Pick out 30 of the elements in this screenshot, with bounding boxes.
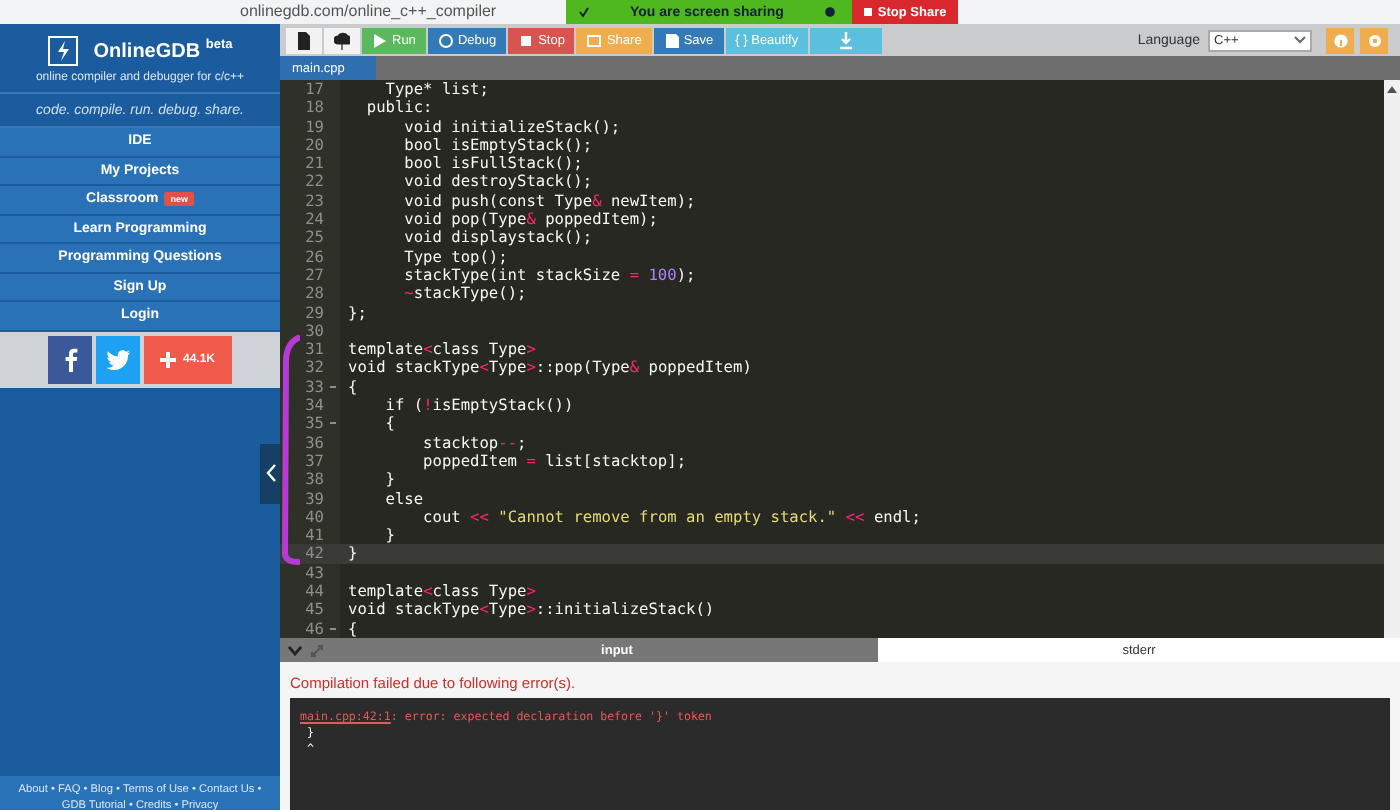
stop-icon	[518, 31, 535, 49]
floppy-icon	[663, 31, 680, 49]
file-icon	[296, 31, 312, 49]
twitter-button[interactable]	[96, 335, 140, 383]
download-icon	[838, 31, 855, 49]
settings-button[interactable]	[1360, 27, 1388, 53]
plus-icon	[160, 351, 177, 367]
share-icon	[586, 31, 603, 49]
facebook-icon	[63, 347, 77, 371]
facebook-button[interactable]	[48, 335, 92, 383]
scroll-up-arrow-icon[interactable]	[1386, 84, 1398, 94]
caret-icon	[1294, 36, 1306, 44]
collapse-sidebar-button[interactable]	[260, 443, 280, 503]
circle-icon	[437, 31, 454, 49]
bird-icon	[106, 349, 130, 369]
beta-label: beta	[205, 38, 233, 53]
info-button[interactable]	[1326, 27, 1354, 53]
lightning-logo-icon	[47, 36, 78, 66]
new-file-button[interactable]	[286, 27, 322, 53]
check-icon	[578, 6, 590, 18]
cloud-icon	[334, 31, 350, 49]
chevron-down-icon[interactable]	[288, 645, 302, 655]
upload-button[interactable]	[324, 27, 360, 53]
info-icon	[1333, 33, 1347, 47]
brand-name: OnlineGDB $^{beta}$	[93, 38, 233, 64]
stop-icon	[863, 8, 872, 16]
download-button[interactable]	[810, 27, 883, 53]
url-text[interactable]: onlinegdb.com/online_c++_compiler	[240, 2, 497, 22]
chevron-left-icon	[265, 464, 275, 482]
play-icon	[372, 31, 388, 49]
